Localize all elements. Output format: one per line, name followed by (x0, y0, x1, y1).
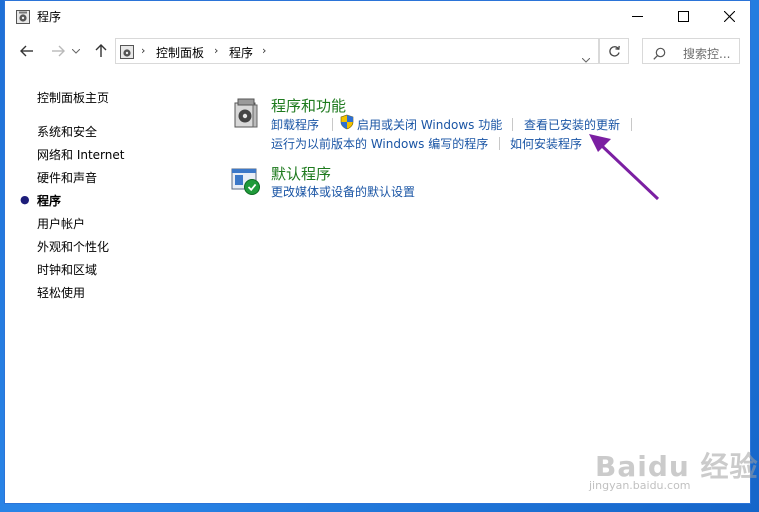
chevron-down-icon (72, 48, 80, 54)
programs-app-icon (16, 9, 30, 24)
sidebar-item-system-security[interactable]: 系统和安全 (37, 123, 97, 140)
link-how-to-install[interactable]: 如何安装程序 (510, 135, 582, 152)
back-button[interactable] (15, 38, 39, 64)
breadcrumb-control-panel[interactable]: 控制面板 (156, 44, 204, 61)
arrow-right-icon (52, 45, 65, 57)
refresh-button[interactable] (599, 38, 629, 64)
chevron-down-icon (581, 57, 591, 63)
recent-locations-button[interactable] (69, 38, 83, 64)
breadcrumb-separator-icon[interactable]: › (141, 44, 145, 57)
sidebar-item-user-accounts[interactable]: 用户帐户 (37, 215, 85, 232)
forward-button[interactable] (46, 38, 70, 64)
search-box[interactable]: 搜索控... (642, 38, 740, 64)
sidebar-item-appearance[interactable]: 外观和个性化 (37, 238, 109, 255)
sidebar-item-ease-of-access[interactable]: 轻松使用 (37, 284, 85, 301)
watermark-url: jingyan.baidu.com (589, 479, 691, 492)
breadcrumb-programs[interactable]: 程序 (229, 44, 253, 61)
arrow-up-icon (95, 44, 107, 57)
search-placeholder[interactable]: 搜索控... (683, 45, 730, 62)
annotation-arrow (589, 134, 660, 201)
control-panel-icon (120, 44, 134, 63)
link-uninstall-program[interactable]: 卸载程序 (271, 116, 319, 133)
uac-shield-icon (339, 114, 355, 134)
link-divider (332, 118, 333, 131)
close-button[interactable] (706, 1, 752, 32)
breadcrumb-separator-icon[interactable]: › (262, 44, 266, 57)
sidebar-item-clock-region[interactable]: 时钟和区域 (37, 261, 97, 278)
arrow-left-icon (20, 45, 33, 57)
address-bar[interactable]: › 控制面板 › 程序 › (115, 38, 599, 64)
default-programs-icon[interactable] (231, 166, 261, 200)
window-title: 程序 (37, 10, 62, 24)
sidebar-item-programs[interactable]: 程序 (37, 192, 61, 209)
breadcrumb-separator-icon[interactable]: › (214, 44, 218, 57)
link-turn-windows-features[interactable]: 启用或关闭 Windows 功能 (357, 116, 502, 133)
sidebar-item-network-internet[interactable]: 网络和 Internet (37, 146, 124, 163)
refresh-icon (608, 45, 620, 57)
link-divider (499, 137, 500, 150)
link-divider (512, 118, 513, 131)
link-change-media-defaults[interactable]: 更改媒体或设备的默认设置 (271, 183, 415, 200)
programs-features-icon[interactable] (231, 97, 261, 133)
link-run-older-programs[interactable]: 运行为以前版本的 Windows 编写的程序 (271, 135, 488, 152)
section-title-default-programs[interactable]: 默认程序 (271, 163, 331, 184)
vertical-scrollbar[interactable] (744, 67, 750, 504)
up-button[interactable] (89, 38, 113, 64)
current-page-bullet-icon: ● (20, 193, 30, 206)
address-history-dropdown[interactable] (581, 48, 591, 67)
sidebar-home-link[interactable]: 控制面板主页 (37, 89, 109, 106)
section-title-programs-features[interactable]: 程序和功能 (271, 95, 346, 116)
title-bar[interactable]: 程序 (5, 1, 750, 32)
sidebar-item-hardware-sound[interactable]: 硬件和声音 (37, 169, 97, 186)
minimize-button[interactable] (614, 1, 660, 32)
maximize-button[interactable] (660, 1, 706, 32)
control-panel-window: 程序 › 控制面板 › 程序 › 搜索控... 控制面板主页 系统和安全 网络和… (4, 0, 758, 504)
search-icon (653, 45, 666, 64)
